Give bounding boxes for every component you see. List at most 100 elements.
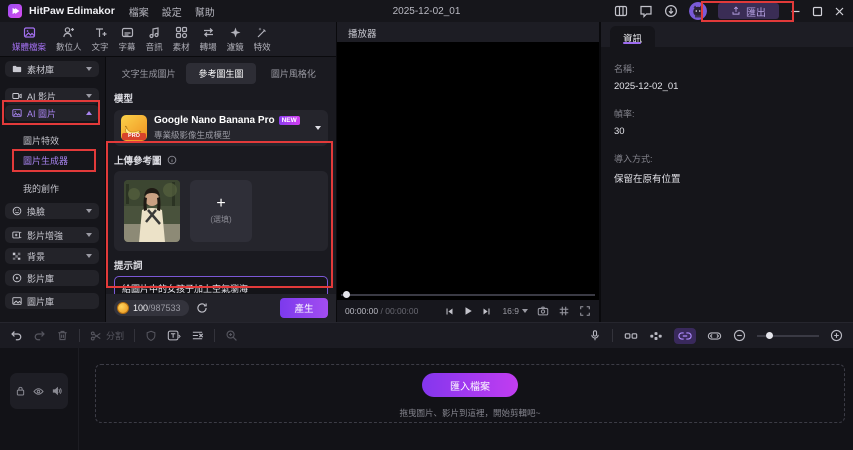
credits-used: 100 bbox=[133, 302, 149, 313]
previous-frame-button[interactable] bbox=[445, 307, 454, 316]
tab-effects[interactable]: 特效 bbox=[249, 26, 276, 53]
feedback-icon[interactable] bbox=[639, 4, 653, 18]
text-template-button[interactable] bbox=[167, 329, 181, 342]
sidebar-item-ai-video[interactable]: AI 影片 bbox=[5, 88, 99, 104]
chevron-down-icon bbox=[86, 67, 92, 71]
undo-button[interactable] bbox=[10, 329, 23, 342]
chevron-up-icon bbox=[86, 111, 92, 115]
credits-total: /987533 bbox=[148, 302, 181, 313]
grid-icon[interactable] bbox=[558, 305, 570, 317]
banana-model-icon: PRO bbox=[121, 115, 147, 141]
aspect-ratio-dropdown[interactable]: 16:9 bbox=[502, 306, 528, 316]
play-button[interactable] bbox=[463, 306, 473, 316]
lock-track-icon[interactable] bbox=[16, 386, 25, 396]
sidebar-item-face-swap[interactable]: 換臉 bbox=[5, 203, 99, 219]
export-upload-icon bbox=[732, 6, 740, 15]
track-header bbox=[10, 373, 68, 409]
tab-reference-image[interactable]: 參考圖生圖 bbox=[186, 63, 256, 84]
sidebar-item-background[interactable]: 背景 bbox=[5, 248, 99, 264]
tab-media-files[interactable]: 媒體檔案 bbox=[7, 26, 51, 53]
credits-pill[interactable]: 100/987533 bbox=[114, 300, 189, 316]
sidebar-item-image-library[interactable]: 圖片庫 bbox=[5, 293, 99, 309]
magnet-snap-button[interactable] bbox=[649, 330, 663, 342]
remove-gaps-button[interactable] bbox=[191, 329, 204, 342]
close-button[interactable] bbox=[834, 6, 845, 17]
snapshot-icon[interactable] bbox=[537, 305, 549, 317]
sidebar-item-ai-image[interactable]: AI 圖片 bbox=[5, 105, 99, 121]
sidebar-item-video-enhance[interactable]: 影片增強 bbox=[5, 227, 99, 243]
dropzone-hint: 拖曳圖片、影片到這裡，開始剪輯吧~ bbox=[399, 408, 541, 418]
zoom-out-button[interactable] bbox=[733, 329, 746, 342]
seek-knob[interactable] bbox=[343, 291, 350, 298]
player-panel: 播放器 00:00:00 / 00:00:00 16:9 bbox=[336, 22, 600, 322]
sidebar-item-my-creations[interactable]: 我的創作 bbox=[5, 181, 99, 196]
track-expand-button[interactable] bbox=[707, 330, 722, 342]
tab-digital-human[interactable]: 數位人 bbox=[51, 26, 87, 53]
zoom-in-button[interactable] bbox=[830, 329, 843, 342]
info-icon[interactable] bbox=[167, 155, 177, 165]
chevron-down-icon bbox=[86, 233, 92, 237]
tab-transitions[interactable]: 轉場 bbox=[195, 26, 222, 53]
zoom-to-fit-button[interactable] bbox=[225, 329, 238, 342]
video-library-icon bbox=[12, 273, 22, 283]
menu-help[interactable]: 幫助 bbox=[195, 4, 215, 19]
sidebar-item-material-library[interactable]: 素材庫 bbox=[5, 61, 99, 77]
ai-image-generator-panel: 文字生成圖片 參考圖生圖 圖片風格化 模型 PRO Google Nano Ba… bbox=[105, 57, 336, 322]
menu-file[interactable]: 檔案 bbox=[129, 4, 149, 19]
tab-filters[interactable]: 濾鏡 bbox=[222, 26, 249, 53]
image-library-icon bbox=[12, 296, 22, 306]
tab-subtitles[interactable]: 字幕 bbox=[114, 26, 141, 53]
add-reference-button[interactable]: + (選填) bbox=[190, 180, 252, 242]
tab-text[interactable]: 文字 bbox=[87, 26, 114, 53]
export-button[interactable]: 匯出 bbox=[718, 3, 779, 19]
player-seekbar[interactable] bbox=[341, 291, 595, 298]
sidebar-item-image-generator[interactable]: 圖片生成器 bbox=[5, 153, 99, 168]
sidebar-item-image-effects[interactable]: 圖片特效 bbox=[5, 133, 99, 148]
fullscreen-icon[interactable] bbox=[579, 305, 591, 317]
divider bbox=[612, 329, 613, 342]
generate-button[interactable]: 產生 bbox=[280, 298, 328, 318]
transitions-icon bbox=[202, 26, 215, 39]
mute-track-icon[interactable] bbox=[52, 386, 62, 396]
tab-image-stylize[interactable]: 圖片風格化 bbox=[259, 63, 328, 84]
time-current: 00:00:00 bbox=[345, 306, 379, 316]
record-voiceover-button[interactable] bbox=[589, 329, 601, 342]
field-name: 名稱: 2025-12-02_01 bbox=[614, 64, 679, 92]
track-divider bbox=[78, 348, 79, 450]
split-button[interactable]: 分割 bbox=[90, 329, 124, 342]
user-avatar[interactable] bbox=[689, 2, 707, 20]
generator-footer: 100/987533 產生 bbox=[106, 294, 336, 322]
hide-track-icon[interactable] bbox=[33, 387, 44, 396]
chevron-down-icon bbox=[522, 309, 528, 313]
tab-info[interactable]: 資訊 bbox=[610, 26, 656, 47]
link-clips-button[interactable] bbox=[624, 330, 638, 342]
model-selector[interactable]: PRO Google Nano Banana Pro NEW 專業級影像生成模型 bbox=[114, 110, 328, 146]
chevron-down-icon bbox=[86, 254, 92, 258]
import-files-button[interactable]: 匯入檔案 bbox=[422, 373, 518, 397]
tab-elements[interactable]: 素材 bbox=[168, 26, 195, 53]
digital-human-icon bbox=[62, 26, 75, 39]
refresh-credits-icon[interactable] bbox=[196, 302, 208, 314]
reference-image-thumbnail[interactable] bbox=[124, 180, 180, 242]
zoom-slider-knob[interactable] bbox=[766, 332, 773, 339]
auto-ripple-button[interactable] bbox=[674, 327, 696, 344]
model-label: 模型 bbox=[114, 94, 134, 105]
folder-icon bbox=[12, 64, 22, 74]
download-icon[interactable] bbox=[664, 4, 678, 18]
plus-icon: + bbox=[216, 195, 226, 212]
redo-button[interactable] bbox=[33, 329, 46, 342]
delete-button[interactable] bbox=[56, 329, 69, 342]
player-header: 播放器 bbox=[337, 22, 599, 42]
maximize-button[interactable] bbox=[812, 6, 823, 17]
marker-button[interactable] bbox=[145, 330, 157, 342]
tab-text-to-image[interactable]: 文字生成圖片 bbox=[114, 63, 183, 84]
timeline-zoom-slider[interactable] bbox=[757, 332, 819, 340]
menu-settings[interactable]: 設定 bbox=[162, 4, 182, 19]
next-frame-button[interactable] bbox=[482, 307, 491, 316]
tab-audio[interactable]: 音訊 bbox=[141, 26, 168, 53]
elements-icon bbox=[175, 26, 188, 39]
sidebar-item-video-library[interactable]: 影片庫 bbox=[5, 270, 99, 286]
media-dropzone[interactable]: 匯入檔案 拖曳圖片、影片到這裡，開始剪輯吧~ bbox=[95, 364, 845, 423]
layout-panels-icon[interactable] bbox=[614, 4, 628, 18]
minimize-button[interactable] bbox=[790, 6, 801, 17]
